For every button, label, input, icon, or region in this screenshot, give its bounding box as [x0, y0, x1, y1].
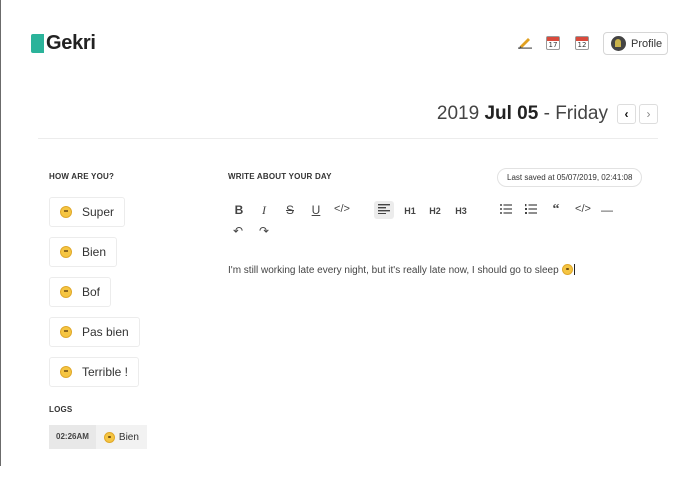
- weary-emoji-icon: [60, 366, 72, 378]
- text-caret: [573, 264, 575, 275]
- logo-mark-icon: [31, 34, 44, 53]
- app-name: Gekri: [46, 32, 96, 54]
- date-year: 2019: [436, 103, 480, 124]
- mood-option-terrible[interactable]: Terrible !: [49, 357, 140, 387]
- mood-option-bien[interactable]: Bien: [49, 237, 118, 267]
- paragraph-icon: [378, 204, 390, 214]
- date-month-day: Jul 05: [484, 103, 539, 124]
- horizontal-rule-button[interactable]: —: [599, 203, 615, 217]
- mood-option-bof[interactable]: Bof: [49, 277, 112, 307]
- log-mood: Bien: [95, 425, 147, 449]
- inline-code-button[interactable]: </>: [332, 203, 352, 215]
- previous-day-button[interactable]: ‹: [617, 104, 636, 124]
- ordered-list-button[interactable]: [523, 203, 539, 217]
- avatar: [611, 36, 626, 51]
- redo-button[interactable]: ↷: [256, 224, 272, 238]
- slight-smile-emoji-icon: [103, 431, 115, 443]
- log-time: 02:26AM: [49, 425, 96, 449]
- heading-3-button[interactable]: H3: [453, 206, 469, 216]
- log-entry[interactable]: 02:26AM Bien: [49, 425, 147, 449]
- window-edge: [0, 0, 1, 466]
- underline-button[interactable]: U: [308, 203, 324, 217]
- mood-option-super[interactable]: Super: [49, 197, 126, 227]
- smile-emoji-icon: [60, 206, 72, 218]
- ordered-list-icon: [525, 204, 537, 214]
- logs-section-title: LOGS: [49, 405, 73, 414]
- calendar-12-icon[interactable]: 12: [575, 36, 589, 50]
- strikethrough-button[interactable]: S: [282, 203, 298, 217]
- bullet-list-icon: [500, 204, 512, 214]
- editor-content[interactable]: I'm still working late every night, but …: [228, 264, 575, 276]
- pencil-icon[interactable]: [518, 35, 536, 53]
- date-weekday: Friday: [555, 103, 608, 124]
- bold-button[interactable]: B: [231, 203, 247, 217]
- next-day-button[interactable]: ›: [639, 104, 658, 124]
- blockquote-button[interactable]: “: [548, 202, 564, 218]
- undo-button[interactable]: ↶: [230, 224, 246, 238]
- heading-1-button[interactable]: H1: [402, 206, 418, 216]
- editor-text: I'm still working late every night, but …: [228, 265, 559, 276]
- mood-section-title: HOW ARE YOU?: [49, 172, 115, 181]
- meh-emoji-icon: [60, 286, 72, 298]
- italic-button[interactable]: I: [256, 203, 272, 218]
- unamused-emoji-icon: [60, 326, 72, 338]
- sleepy-emoji-icon: [561, 264, 573, 275]
- app-logo[interactable]: Gekri: [31, 32, 96, 55]
- date-separator: -: [543, 103, 550, 124]
- heading-2-button[interactable]: H2: [427, 206, 443, 216]
- slight-smile-emoji-icon: [60, 246, 72, 258]
- mood-option-pas-bien[interactable]: Pas bien: [49, 317, 140, 347]
- header-divider: [38, 138, 658, 139]
- paragraph-button[interactable]: [374, 201, 394, 219]
- profile-label: Profile: [631, 37, 663, 50]
- code-block-button[interactable]: </>: [573, 203, 593, 215]
- calendar-17-icon[interactable]: 17: [546, 36, 560, 50]
- profile-button[interactable]: Profile: [603, 32, 668, 55]
- page-title-date: 2019 Jul 05 - Friday: [437, 103, 608, 125]
- editor-section-title: WRITE ABOUT YOUR DAY: [228, 172, 332, 181]
- bullet-list-button[interactable]: [498, 203, 514, 217]
- last-saved-badge: Last saved at 05/07/2019, 02:41:08: [497, 168, 643, 187]
